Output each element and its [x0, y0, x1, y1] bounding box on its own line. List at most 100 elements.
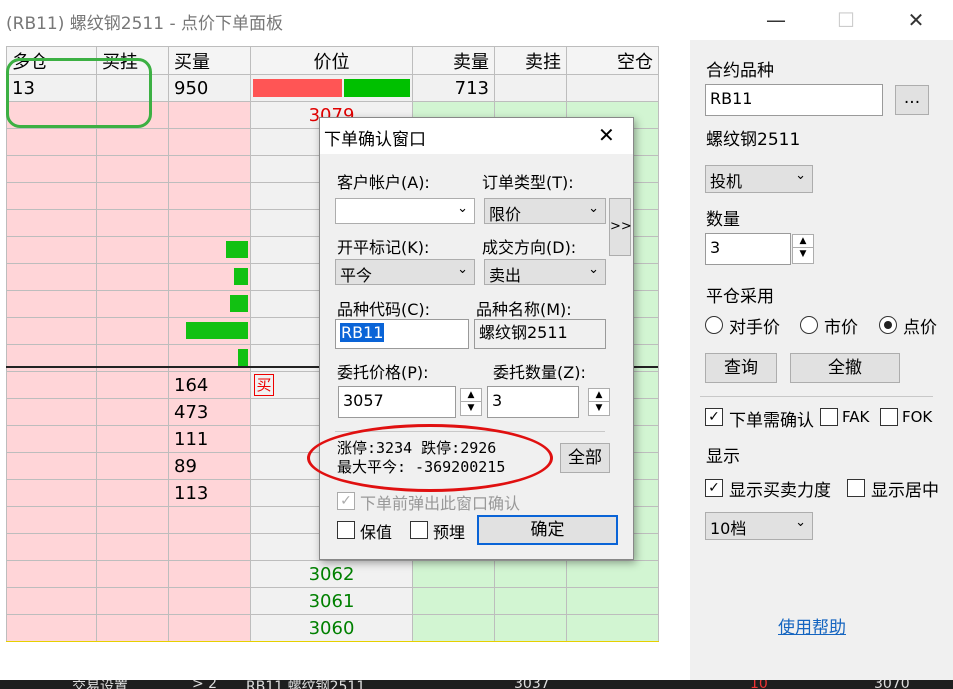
oc-select[interactable]: 平今 ⌄: [335, 259, 475, 285]
buy-vol-cell[interactable]: [168, 560, 251, 588]
long-cell[interactable]: [6, 506, 97, 534]
buy-vol-cell[interactable]: [168, 236, 251, 264]
buy-order-cell[interactable]: [96, 182, 169, 210]
buy-order-cell[interactable]: [96, 155, 169, 183]
account-select[interactable]: ⌄: [335, 198, 475, 224]
show-strength-checkbox[interactable]: ✓: [705, 479, 723, 497]
ok-button[interactable]: 确定: [477, 515, 618, 545]
buy-order-cell[interactable]: [96, 128, 169, 156]
sell-order-cell[interactable]: [494, 587, 567, 615]
qty-input[interactable]: 3: [487, 386, 579, 418]
sell-vol-cell[interactable]: [412, 587, 495, 615]
qty-stepper[interactable]: ▲ ▼: [792, 234, 814, 264]
radio-opponent-price[interactable]: [705, 316, 723, 334]
short-cell[interactable]: [566, 614, 659, 642]
long-cell[interactable]: [6, 236, 97, 264]
buy-order-cell[interactable]: [96, 209, 169, 237]
down-arrow-icon[interactable]: ▼: [589, 402, 609, 415]
levels-select[interactable]: 10档 ⌄: [705, 512, 813, 540]
contract-input[interactable]: RB11: [705, 84, 883, 116]
arb-checkbox[interactable]: [410, 521, 428, 539]
buy-vol-cell[interactable]: [168, 182, 251, 210]
qty-input[interactable]: 3: [705, 233, 791, 265]
buy-vol-cell[interactable]: [168, 614, 251, 642]
buy-order-cell[interactable]: [96, 506, 169, 534]
buy-vol-cell[interactable]: [168, 263, 251, 291]
hedge-checkbox[interactable]: [337, 521, 355, 539]
buy-vol-cell[interactable]: [168, 317, 251, 345]
cancel-all-button[interactable]: 全撤: [790, 353, 900, 383]
long-cell[interactable]: [6, 182, 97, 210]
buy-vol-cell[interactable]: [168, 533, 251, 561]
long-cell[interactable]: [6, 425, 97, 453]
qty-stepper[interactable]: ▲ ▼: [588, 388, 610, 416]
price-cell[interactable]: 3060: [250, 614, 413, 642]
long-cell[interactable]: [6, 452, 97, 480]
browse-button[interactable]: ...: [895, 85, 929, 115]
short-cell[interactable]: [566, 587, 659, 615]
buy-vol-cell[interactable]: 111: [168, 425, 251, 453]
buy-vol-cell[interactable]: [168, 128, 251, 156]
price-cell[interactable]: 3062: [250, 560, 413, 588]
order-type-select[interactable]: 限价 ⌄: [484, 198, 606, 224]
buy-vol-cell[interactable]: [168, 101, 251, 129]
fok-checkbox[interactable]: [880, 408, 898, 426]
buy-vol-cell[interactable]: [168, 506, 251, 534]
long-cell[interactable]: [6, 587, 97, 615]
fak-checkbox[interactable]: [820, 408, 838, 426]
buy-vol-cell[interactable]: 473: [168, 398, 251, 426]
buy-order-cell[interactable]: [96, 290, 169, 318]
price-stepper[interactable]: ▲ ▼: [460, 388, 482, 416]
buy-vol-cell[interactable]: [168, 587, 251, 615]
buy-vol-cell[interactable]: [168, 290, 251, 318]
up-arrow-icon[interactable]: ▲: [461, 389, 481, 402]
buy-order-cell[interactable]: [96, 614, 169, 642]
down-arrow-icon[interactable]: ▼: [793, 248, 813, 261]
long-cell[interactable]: [6, 371, 97, 399]
hedge-select[interactable]: 投机 ⌄: [705, 165, 813, 193]
buy-order-cell[interactable]: [96, 533, 169, 561]
buy-order-cell[interactable]: [96, 452, 169, 480]
buy-order-cell[interactable]: [96, 371, 169, 399]
close-icon[interactable]: ✕: [896, 6, 936, 34]
buy-vol-cell[interactable]: 164: [168, 371, 251, 399]
down-arrow-icon[interactable]: ▼: [461, 402, 481, 415]
long-cell[interactable]: [6, 479, 97, 507]
buy-order-cell[interactable]: [96, 425, 169, 453]
sell-vol-cell[interactable]: [412, 560, 495, 588]
long-cell[interactable]: [6, 290, 97, 318]
radio-market-price[interactable]: [800, 316, 818, 334]
up-arrow-icon[interactable]: ▲: [589, 389, 609, 402]
buy-order-cell[interactable]: [96, 560, 169, 588]
radio-point-price[interactable]: [879, 316, 897, 334]
all-button[interactable]: 全部: [560, 443, 610, 473]
long-cell[interactable]: [6, 398, 97, 426]
query-button[interactable]: 查询: [705, 353, 777, 383]
maximize-icon[interactable]: ☐: [826, 6, 866, 34]
sell-order-cell[interactable]: [494, 614, 567, 642]
sell-order-cell[interactable]: [494, 560, 567, 588]
expand-button[interactable]: >>: [609, 198, 632, 256]
price-input[interactable]: 3057: [338, 386, 456, 418]
buy-order-marker[interactable]: 买: [254, 374, 274, 396]
show-center-checkbox[interactable]: [847, 479, 865, 497]
long-cell[interactable]: [6, 560, 97, 588]
close-icon[interactable]: ✕: [598, 123, 615, 147]
buy-vol-cell[interactable]: [168, 209, 251, 237]
buy-vol-cell[interactable]: 113: [168, 479, 251, 507]
buy-order-cell[interactable]: [96, 479, 169, 507]
buy-order-cell[interactable]: [96, 398, 169, 426]
help-link[interactable]: 使用帮助: [778, 613, 846, 638]
long-cell[interactable]: [6, 317, 97, 345]
minimize-icon[interactable]: —: [756, 6, 796, 34]
code-input[interactable]: RB11: [335, 319, 469, 349]
long-cell[interactable]: [6, 209, 97, 237]
buy-vol-cell[interactable]: [168, 155, 251, 183]
buy-order-cell[interactable]: [96, 236, 169, 264]
buy-order-cell[interactable]: [96, 317, 169, 345]
long-cell[interactable]: [6, 155, 97, 183]
long-cell[interactable]: [6, 128, 97, 156]
long-cell[interactable]: [6, 614, 97, 642]
price-cell[interactable]: 3061: [250, 587, 413, 615]
confirm-checkbox[interactable]: ✓: [705, 408, 723, 426]
